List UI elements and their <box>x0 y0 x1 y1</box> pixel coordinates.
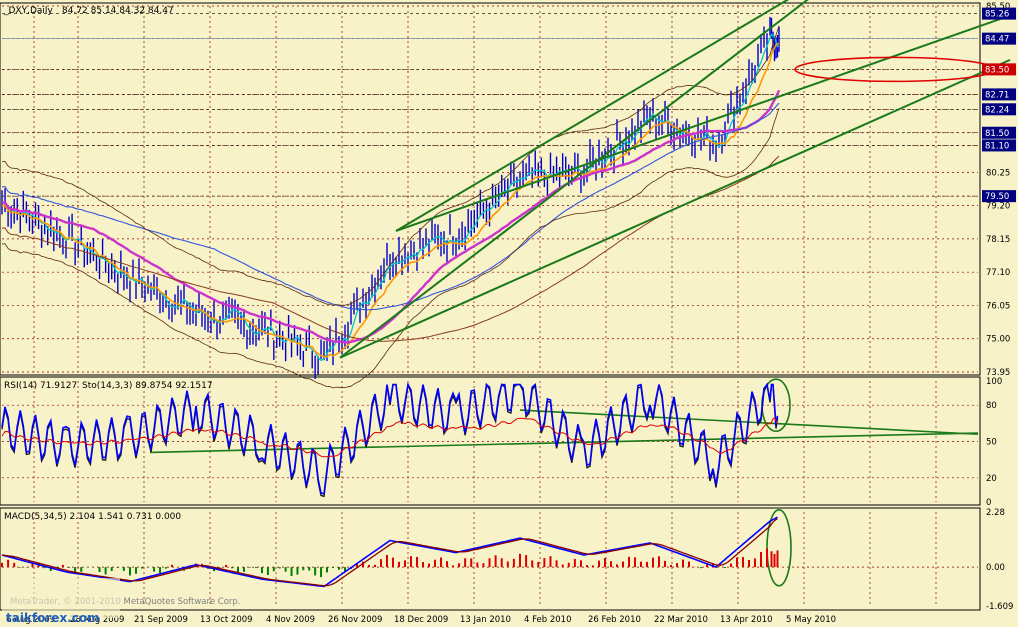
rsi-title: RSI(14) 71.9127 <box>4 381 77 391</box>
rsi-tick-label: 0 <box>986 498 991 508</box>
price-level-label: 82.24 <box>985 105 1009 115</box>
price-level-label: 83.50 <box>985 65 1009 75</box>
price-tick-label: 77.10 <box>986 268 1010 278</box>
macd-tick-label: 2.28 <box>986 508 1005 518</box>
logo-text: taikforex.com <box>6 611 100 625</box>
rsi-tick-label: 20 <box>986 474 997 484</box>
price-tick-label: 80.25 <box>986 168 1010 178</box>
price-tick-label: 75.00 <box>986 335 1010 345</box>
price-tick-label: 76.05 <box>986 301 1010 311</box>
stoch-title: Sto(14,3,3) 89.8754 92.1517 <box>82 381 213 391</box>
rsi-tick-label: 100 <box>986 377 1002 387</box>
price-level-label: 84.47 <box>985 35 1009 45</box>
chart-background <box>0 0 1018 627</box>
x-tick-label: 5 May 2010 <box>786 615 836 625</box>
x-tick-label: 26 Nov 2009 <box>328 615 382 625</box>
x-tick-label: 21 Sep 2009 <box>134 615 188 625</box>
macd-tick-label: -1.609 <box>986 602 1013 612</box>
price-tick-label: 78.15 <box>986 235 1010 245</box>
price-level-label: 85.26 <box>985 10 1009 20</box>
chart-window: 85.50 80.25 79.20 78.15 77.10 76.05 75.00 73.95… <box>0 0 1018 627</box>
x-tick-label: 13 Apr 2010 <box>720 615 773 625</box>
price-level-label: 81.10 <box>985 141 1009 151</box>
macd-tick-label: 0.00 <box>986 563 1005 573</box>
price-level-label: 82.71 <box>985 90 1009 100</box>
taikforex-logo: taikforex.com <box>2 578 120 625</box>
chart-title: _DXY,Daily <box>3 6 53 16</box>
x-tick-label: 22 Mar 2010 <box>654 615 708 625</box>
ohlc-readout: 84.72 85.14 84.32 84.47 <box>62 6 174 16</box>
x-tick-label: 18 Dec 2009 <box>394 615 448 625</box>
rsi-tick-label: 50 <box>986 438 997 448</box>
price-tick-label: 79.20 <box>986 202 1010 212</box>
x-tick-label: 26 Feb 2010 <box>588 615 641 625</box>
chart-canvas: 85.5080.2579.2078.1577.1076.0575.0073.95… <box>0 0 1018 627</box>
x-tick-label: 4 Nov 2009 <box>266 615 315 625</box>
price-level-label: 79.50 <box>985 192 1009 202</box>
x-tick-label: 4 Feb 2010 <box>524 615 572 625</box>
macd-title: MACD(5,34,5) 2.104 1.541 0.731 0.000 <box>4 512 181 522</box>
x-tick-label: 13 Oct 2009 <box>200 615 253 625</box>
x-tick-label: 13 Jan 2010 <box>460 615 511 625</box>
price-level-label: 81.50 <box>985 129 1009 139</box>
rsi-tick-label: 80 <box>986 401 997 411</box>
